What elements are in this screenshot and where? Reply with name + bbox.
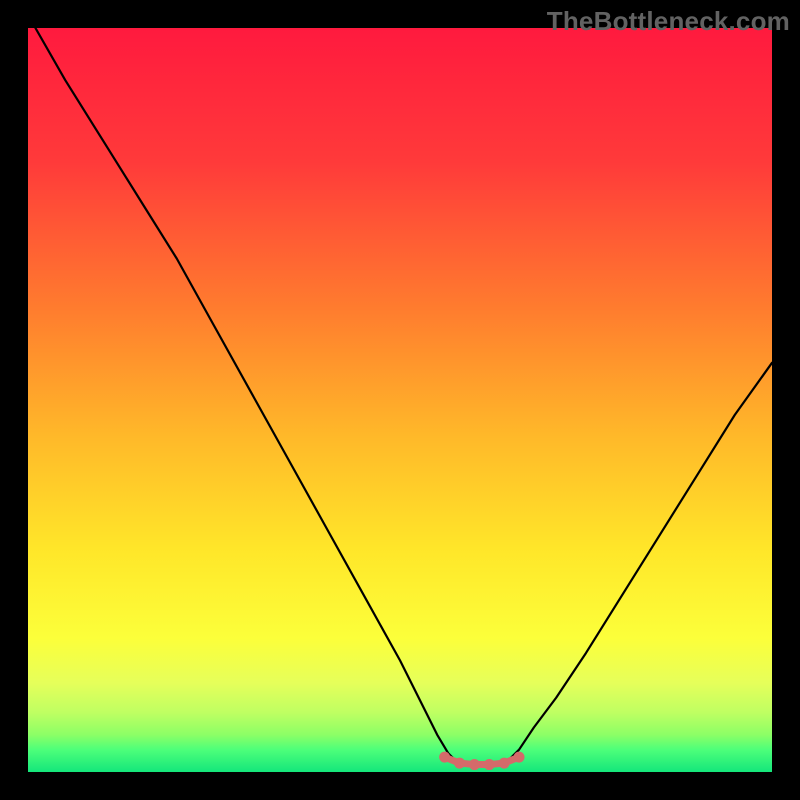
watermark-text: TheBottleneck.com <box>547 6 790 37</box>
chart-lines-layer <box>28 28 772 772</box>
flat-dot <box>469 759 480 770</box>
left-curve <box>35 28 459 765</box>
flat-dot <box>514 752 525 763</box>
flat-dot <box>484 759 495 770</box>
chart-plot-area <box>28 28 772 772</box>
flat-dot <box>454 758 465 769</box>
flat-dot <box>439 752 450 763</box>
right-curve <box>504 363 772 765</box>
flat-dot <box>499 758 510 769</box>
chart-stage: TheBottleneck.com <box>0 0 800 800</box>
